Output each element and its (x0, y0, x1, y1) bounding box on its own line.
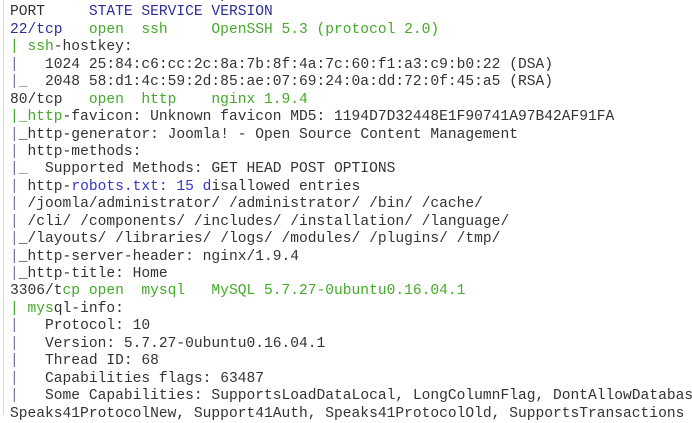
terminal-line: | Protocol: 10 (10, 318, 692, 335)
terminal-text-segment: | (10, 196, 19, 213)
terminal-line: PORT STATE SERVICE VERSION (10, 4, 692, 21)
terminal-text-segment: | (10, 318, 19, 335)
terminal-line: | Version: 5.7.27-0ubuntu0.16.04.1 (10, 336, 692, 353)
terminal-text-segment: /joomla/administrator/ /administrator/ /… (18, 196, 483, 213)
terminal-text-segment: | (10, 248, 19, 265)
terminal-line: | Thread ID: 68 (10, 353, 692, 370)
terminal-line: | http-methods: (10, 144, 692, 161)
terminal-text-segment: | (10, 143, 19, 160)
terminal-line: |_http-generator: Joomla! - Open Source … (10, 127, 692, 144)
terminal-text-segment: http-methods: (18, 143, 142, 160)
terminal-text-segment: Speaks41ProtocolNew, Support41Auth, Spea… (10, 405, 685, 422)
terminal-line: 80/tcp open http nginx 1.9.4 (10, 92, 692, 109)
terminal-text-segment: _http-title: Home (18, 266, 168, 282)
terminal-text-segment: _/layouts/ /libraries/ /logs/ /modules/ … (18, 231, 501, 248)
terminal-line: |_ Supported Methods: GET HEAD POST OPTI… (10, 161, 692, 178)
terminal-text-segment: | (10, 335, 19, 352)
terminal-text-segment: | (10, 266, 19, 282)
terminal-text-segment: /cli/ /components/ /includes/ /installat… (18, 213, 510, 230)
terminal-line: |_/layouts/ /libraries/ /logs/ /modules/… (10, 231, 692, 248)
terminal-text-segment: cp open mysql MySQL 5.7.27-0ubuntu0.16.0… (62, 283, 466, 300)
terminal-text-segment: Thread ID: 68 (18, 353, 159, 370)
terminal-text-segment: ports (211, 0, 264, 3)
terminal-text-segment: open ssh OpenSSH 5.3 (protocol 2.0) (62, 21, 440, 38)
terminal-line: | Capabilities flags: 63487 (10, 371, 692, 388)
terminal-line: Speaks41ProtocolNew, Support41Auth, Spea… (10, 406, 692, 423)
terminal-text-segment: _http-server-header: nginx/1.9.4 (18, 248, 300, 265)
terminal-text-segment: Capabilities flags: 63487 (18, 370, 264, 387)
terminal-text-segment: PORT (10, 4, 89, 21)
terminal-text-segment: |_ (10, 161, 28, 178)
terminal-line: | /joomla/administrator/ /administrator/… (10, 196, 692, 213)
terminal-text-segment: Protocol: 10 (18, 318, 151, 335)
terminal-text-segment: _http-generator: Joomla! - Open Source C… (18, 126, 518, 143)
terminal-text-segment: isallowed entries (211, 178, 361, 195)
terminal-line: | mysql-info: (10, 301, 692, 318)
terminal-line: | 1024 25:84:c6:cc:2c:8a:7b:8f:4a:7c:60:… (10, 57, 692, 74)
terminal-text-segment: 80/tcp (10, 91, 63, 108)
terminal-line: |_http-favicon: Unknown favicon MD5: 119… (10, 109, 692, 126)
terminal-text-segment: | (10, 178, 19, 195)
terminal-line: |_http-title: Home (10, 266, 692, 283)
terminal-text-segment: open http nginx 1.9.4 (62, 91, 308, 108)
terminal-line: | /cli/ /components/ /includes/ /install… (10, 214, 692, 231)
terminal-text-segment: | (10, 126, 19, 143)
terminal-text-segment: | mys (10, 300, 54, 317)
terminal-text-segment: Not shown: (10, 0, 106, 3)
terminal-text-segment: | (10, 231, 19, 248)
terminal-line: |_http-server-header: nginx/1.9.4 (10, 249, 692, 266)
terminal-text-segment: -favicon: Unknown favicon MD5: 1194D7D32… (62, 109, 615, 126)
terminal-text-segment: 1024 25:84:c6:cc:2c:8a:7b:8f:4a:7c:60:f1… (18, 56, 553, 73)
terminal-text-segment: Some Capabilities: SupportsLoadDataLocal… (18, 388, 692, 405)
terminal-text-segment: | (10, 353, 19, 370)
terminal-text-segment: 22/tcp (10, 21, 63, 38)
terminal-text-segment: http- (18, 178, 72, 195)
terminal-text-segment: 2048 58:d1:4c:59:2d:85:ae:07:69:24:0a:dd… (27, 74, 553, 91)
terminal-line: |_ 2048 58:d1:4c:59:2d:85:ae:07:69:24:0a… (10, 74, 692, 91)
terminal-text-segment: | ssh (10, 39, 54, 56)
terminal-line: | http-robots.txt: 15 disallowed entries (10, 179, 692, 196)
terminal-text-segment: |_http (10, 109, 63, 126)
terminal-text-segment: robots.txt: 15 d (71, 178, 212, 195)
terminal-text-segment: ql-info: (53, 300, 124, 317)
terminal-text-segment: 3306/t (10, 283, 63, 300)
terminal-text-segment: 65532 closed (106, 0, 211, 3)
terminal-text-segment: | (10, 388, 19, 405)
terminal-text-segment: | (10, 213, 19, 230)
terminal-line: | Some Capabilities: SupportsLoadDataLoc… (10, 388, 692, 405)
terminal-text-segment: Version: 5.7.27-0ubuntu0.16.04.1 (18, 335, 326, 352)
terminal-line: 22/tcp open ssh OpenSSH 5.3 (protocol 2.… (10, 22, 692, 39)
terminal-text-segment: Supported Methods: GET HEAD POST OPTIONS (27, 161, 396, 178)
terminal-line: 3306/tcp open mysql MySQL 5.7.27-0ubuntu… (10, 283, 692, 300)
terminal-text-segment: -hostkey: (53, 39, 133, 56)
terminal-line: | ssh-hostkey: (10, 39, 692, 56)
terminal-text-segment: | (10, 370, 19, 387)
terminal-text-segment: STATE SERVICE VERSION (88, 4, 273, 21)
terminal-text-segment: | (10, 56, 19, 73)
terminal-output: Not shown: 65532 closed portsPORT STATE … (10, 0, 692, 423)
terminal-text-segment: |_ (10, 74, 28, 91)
window-left-border (3, 0, 4, 415)
